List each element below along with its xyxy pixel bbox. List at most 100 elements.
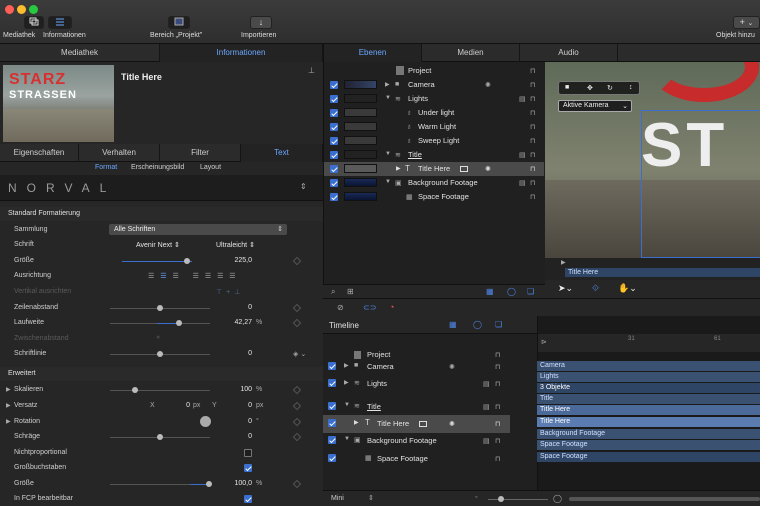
groesse2-value[interactable]: 100,0 [220, 480, 252, 487]
sammlung-popup[interactable]: Alle Schriften ⇕ [109, 224, 287, 235]
audio-mute-icon[interactable]: ⊘ [337, 303, 344, 312]
layer-visibility-checkbox[interactable] [328, 436, 336, 444]
keyframe-icon[interactable] [292, 256, 302, 266]
justify-full-icon[interactable]: ☰ [229, 273, 237, 280]
lock-icon[interactable]: ⊓ [495, 363, 500, 371]
behavior-icon[interactable] [460, 166, 468, 172]
skalieren-value[interactable]: 100 [220, 386, 252, 393]
keyframe-icon[interactable] [292, 432, 302, 442]
lock-icon[interactable]: ⊓ [530, 67, 535, 75]
versatz-x-value[interactable]: 0 [170, 402, 190, 409]
circle-view-icon[interactable]: ◯ [473, 320, 482, 329]
layer-visibility-checkbox[interactable] [330, 109, 338, 117]
close-window-button[interactable] [5, 5, 14, 14]
schraege-value[interactable]: 0 [220, 433, 252, 440]
disclosure-right-icon[interactable]: ▶ [6, 386, 11, 393]
timeline-clip-space-footage[interactable]: Space Footage [537, 440, 760, 450]
stack-view-icon[interactable]: ❏ [527, 287, 534, 296]
keyframe-icon[interactable] [292, 401, 302, 411]
layer-row-space-footage[interactable]: ▦ Space Footage ⊓ [324, 190, 544, 204]
slider-knob[interactable] [157, 305, 163, 311]
mask-icon[interactable]: ▤ [483, 403, 490, 411]
camera-icon[interactable]: ■ [565, 84, 569, 91]
effect-icon[interactable]: ✺ [485, 165, 491, 173]
layer-visibility-checkbox[interactable] [328, 402, 336, 410]
disclosure-down-icon[interactable]: ▼ [344, 436, 350, 442]
layer-row-warm-light[interactable]: ♁ Warm Light ⊓ [324, 120, 544, 134]
move-icon[interactable]: ✥ [587, 84, 593, 92]
layer-visibility-checkbox[interactable] [328, 454, 336, 462]
lock-icon[interactable]: ⊓ [495, 420, 500, 428]
lock-icon[interactable]: ⊓ [530, 95, 535, 103]
layer-visibility-checkbox[interactable] [330, 137, 338, 145]
timeline-row-space-footage[interactable]: ▦ Space Footage ⊓ [323, 450, 510, 468]
align-top-icon[interactable]: ⊤ [216, 289, 226, 296]
layer-visibility-checkbox[interactable] [328, 362, 336, 370]
disclosure-down-icon[interactable]: ▼ [385, 151, 391, 157]
lock-icon[interactable]: ⊓ [530, 193, 535, 201]
zeilenabstand-slider[interactable] [110, 305, 210, 311]
timeline-clip-title-here-selected[interactable]: Title Here [537, 417, 760, 427]
align-bottom-icon[interactable]: ⊥ [234, 289, 244, 296]
minimize-window-button[interactable] [17, 5, 26, 14]
objekt-hinzufuegen-button[interactable]: + ⌄ [733, 16, 760, 29]
slider-knob[interactable] [157, 351, 163, 357]
zoom-window-button[interactable] [29, 5, 38, 14]
snap-icon[interactable]: ⊂⊃ [363, 303, 376, 312]
circle-view-icon[interactable]: ◯ [507, 287, 516, 296]
lock-icon[interactable]: ⊓ [495, 455, 500, 463]
schrift-family-popup[interactable]: Avenir Next ⇕ [136, 241, 180, 249]
tab-filter[interactable]: Filter [160, 144, 241, 162]
tab-informationen[interactable]: Informationen [160, 44, 323, 62]
tab-ebenen[interactable]: Ebenen [324, 44, 422, 62]
groesse-slider[interactable] [122, 258, 192, 264]
timeline-clip-title[interactable]: Title [537, 394, 760, 404]
groesse2-slider[interactable] [110, 481, 212, 487]
font-preset-selector[interactable]: NORVAL ⇕ [0, 175, 323, 201]
canvas-viewer[interactable]: ST ■ ✥ ↻ ↕ Aktive Kamera ⌄ [545, 62, 760, 258]
lock-icon[interactable]: ⊓ [530, 109, 535, 117]
layer-row-title[interactable]: ▼ ≋ Title ▤ ⊓ [324, 148, 544, 162]
tab-verhalten[interactable]: Verhalten [79, 144, 160, 162]
lock-icon[interactable]: ⊓ [530, 165, 535, 173]
layer-row-title-here[interactable]: ▶ T Title Here ✺ ⊓ [324, 162, 544, 176]
pin-icon[interactable]: ⊥ [308, 66, 315, 75]
nichtproportional-checkbox[interactable] [244, 449, 252, 457]
timeline-row-lights[interactable]: ▶ ≋ Lights ▤ ⊓ [323, 375, 510, 393]
disclosure-right-icon[interactable]: ▶ [6, 402, 11, 409]
playhead-icon[interactable]: ⊳ [541, 338, 547, 346]
disclosure-right-icon[interactable]: ▶ [6, 418, 11, 425]
layer-visibility-checkbox[interactable] [328, 379, 336, 387]
timeline-row-title-here[interactable]: ▶ T Title Here ✺ ⊓ [323, 415, 510, 433]
timeline-row-camera[interactable]: ▶ ■ Camera ✺ ⊓ [323, 358, 510, 376]
tab-audio[interactable]: Audio [520, 44, 618, 62]
layer-visibility-checkbox[interactable] [330, 193, 338, 201]
importieren-button[interactable]: ↓ [250, 16, 272, 29]
mini-timeline-clip[interactable]: Title Here [565, 268, 760, 277]
zoom-out-icon[interactable]: ◦ [475, 494, 477, 501]
align-left-icon[interactable]: ☰ [148, 273, 156, 280]
search-icon[interactable]: ⌕ [331, 287, 335, 297]
timeline-clip-title-here[interactable]: Title Here [537, 405, 760, 415]
layer-visibility-checkbox[interactable] [330, 151, 338, 159]
slider-knob[interactable] [184, 258, 190, 264]
keyframe-icon[interactable] [292, 479, 302, 489]
align-middle-icon[interactable]: + [226, 289, 234, 296]
timeline-clip-lights[interactable]: Lights [537, 372, 760, 382]
timeline-row-title[interactable]: ▼ ≋ Title ▤ ⊓ [323, 398, 510, 416]
vertical-align-buttons[interactable]: ⊤+⊥ [216, 288, 244, 296]
keyframe-icon[interactable] [292, 303, 302, 313]
disclosure-right-icon[interactable]: ▶ [385, 81, 390, 88]
versatz-y-value[interactable]: 0 [228, 402, 252, 409]
layer-row-project[interactable]: Project ⊓ [324, 64, 544, 78]
lock-icon[interactable]: ⊓ [530, 151, 535, 159]
rotation-value[interactable]: 0 [230, 418, 252, 425]
groesse-value[interactable]: 225,0 [220, 257, 252, 264]
lock-icon[interactable]: ⊓ [495, 437, 500, 445]
justify-left-icon[interactable]: ☰ [193, 273, 201, 280]
align-center-icon[interactable]: ☰ [160, 273, 168, 280]
layer-visibility-checkbox[interactable] [328, 419, 336, 427]
camera-active-icon[interactable]: ✺ [485, 81, 491, 89]
chevron-updown-icon[interactable]: ⇕ [368, 494, 374, 502]
timeline-clip-camera[interactable]: Camera [537, 361, 760, 371]
